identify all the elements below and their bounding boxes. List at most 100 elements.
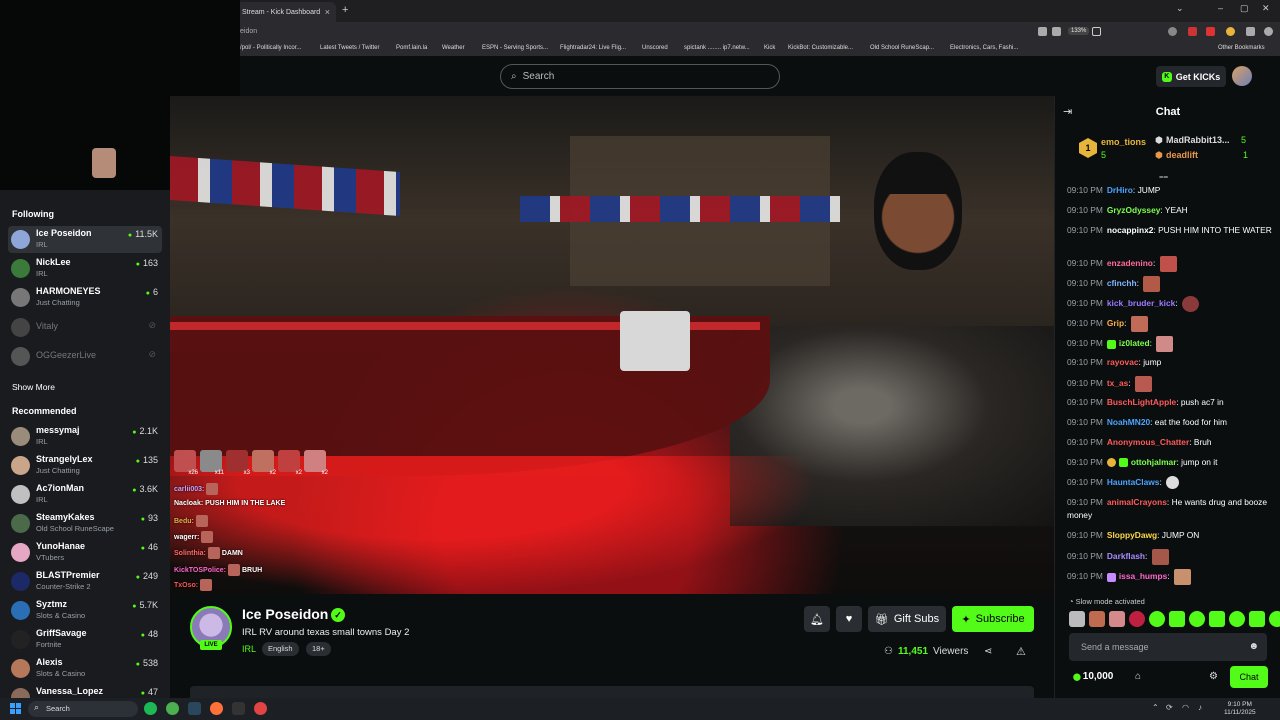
share-icon[interactable]: ⋖ — [984, 646, 992, 657]
sidebar-channel-strangelylex[interactable]: StrangelyLex Just Chatting 135 — [8, 452, 162, 479]
extension-icon[interactable] — [1168, 27, 1177, 36]
get-kicks-button[interactable]: K Get KICKs — [1156, 66, 1226, 87]
quick-emote[interactable] — [1109, 611, 1125, 627]
gifter-name[interactable]: MadRabbit13... — [1166, 135, 1230, 145]
video-player[interactable]: x26 x11 x3 x2 x2 x2 carlii003: Nacloak: … — [170, 96, 1054, 594]
sidebar-channel-syztmz[interactable]: Syztmz Slots & Casino 5.7K — [8, 597, 162, 624]
emoji-picker-icon[interactable]: ☻ — [1248, 641, 1259, 652]
url-text[interactable]: eidon — [240, 28, 257, 35]
bookmark-item[interactable]: Unscored — [642, 45, 668, 51]
sidebar-channel-steamykakes[interactable]: SteamyKakes Old School RuneScape 93 — [8, 510, 162, 537]
channel-points[interactable]: 10,000 — [1073, 671, 1114, 682]
new-tab-button[interactable]: + — [342, 4, 348, 16]
sidebar-channel-ice-poseidon[interactable]: Ice Poseidon IRL 11.5K — [8, 226, 162, 253]
emote — [1173, 569, 1191, 585]
wifi-icon[interactable]: ◠ — [1182, 703, 1189, 712]
tab-close-icon[interactable]: × — [325, 7, 330, 17]
chrome-icon[interactable] — [166, 702, 179, 715]
subscribe-button[interactable]: ✦ Subscribe — [952, 606, 1034, 632]
steam-icon[interactable] — [188, 702, 201, 715]
extension-icon[interactable] — [1188, 27, 1197, 36]
quick-emote[interactable] — [1269, 611, 1280, 627]
gift-subs-button[interactable]: 🎁︎ Gift Subs — [868, 606, 946, 632]
quick-emote[interactable] — [1129, 611, 1145, 627]
volume-icon[interactable]: ♪ — [1198, 703, 1202, 712]
quick-emote[interactable] — [1089, 611, 1105, 627]
sidebar-channel-messymaj[interactable]: messymaj IRL 2.1K — [8, 423, 162, 450]
quick-emote[interactable] — [1209, 611, 1225, 627]
sidebar-channel-ac7ionman[interactable]: Ac7ionMan IRL 3.6K — [8, 481, 162, 508]
bookmark-item[interactable]: /pol/ - Politically Incor... — [240, 45, 301, 51]
quick-emote[interactable] — [1069, 611, 1085, 627]
channel-category: Old School RuneScape — [36, 524, 114, 533]
sidebar-channel-blastpremier[interactable]: BLASTPremier Counter-Strike 2 249 — [8, 568, 162, 595]
taskbar-clock[interactable]: 9:10 PM 11/11/2025 — [1224, 701, 1256, 717]
quick-emote[interactable] — [1149, 611, 1165, 627]
sidebar-channel-vanessa-lopez[interactable]: Vanessa_Lopez 47 — [8, 684, 162, 698]
screenshot-icon[interactable] — [1052, 27, 1061, 36]
follow-heart-button[interactable]: ♥ — [836, 606, 862, 632]
quick-emote[interactable] — [1229, 611, 1245, 627]
minimize-button[interactable]: – — [1218, 3, 1223, 13]
other-bookmarks[interactable]: Other Bookmarks — [1218, 45, 1265, 51]
quick-emote[interactable] — [1249, 611, 1265, 627]
bookmark-item[interactable]: Weather — [442, 45, 465, 51]
bookmark-item[interactable]: Latest Tweets / Twitter — [320, 45, 379, 51]
streamer-name[interactable]: Ice Poseidon — [242, 606, 328, 622]
tray-icon[interactable]: ⟳ — [1166, 703, 1173, 712]
sidebar-channel-yunohanae[interactable]: YunoHanae VTubers 46 — [8, 539, 162, 566]
windows-start-icon[interactable] — [10, 703, 21, 714]
obs-icon[interactable] — [254, 702, 267, 715]
send-chat-button[interactable]: Chat — [1230, 666, 1268, 688]
bookmark-item[interactable]: Flightradar24: Live Flig... — [560, 45, 626, 51]
cast-icon[interactable] — [1038, 27, 1047, 36]
bookmark-item[interactable]: Electronics, Cars, Fashi... — [950, 45, 1018, 51]
tab-search-button[interactable]: ⌄ — [1176, 3, 1184, 14]
sidebar-channel-nicklee[interactable]: NickLee IRL 163 — [8, 255, 162, 282]
firefox-icon[interactable] — [210, 702, 223, 715]
search-input[interactable]: ⌕ Search — [500, 64, 780, 89]
channel-name: messymaj — [36, 425, 80, 435]
tag-english[interactable]: English — [262, 642, 299, 656]
sidebar-channel-alexis[interactable]: Alexis Slots & Casino 538 — [8, 655, 162, 682]
bookmark-item[interactable]: ESPN - Serving Sports... — [482, 45, 548, 51]
bookmark-item[interactable]: Old School RuneScap... — [870, 45, 934, 51]
sidebar-channel-harmoneyes[interactable]: HARMONEYES Just Chatting 6 — [8, 284, 162, 311]
quick-emote[interactable] — [1189, 611, 1205, 627]
extension-icon[interactable] — [1226, 27, 1235, 36]
show-more-link[interactable]: Show More — [12, 382, 55, 392]
browser-tab[interactable]: Stream - Kick Dashboard × — [236, 2, 336, 22]
chat-message: 09:10 PM rayovac: jump — [1067, 357, 1162, 367]
gifter-name[interactable]: deadlift — [1166, 150, 1198, 160]
gifter-name[interactable]: emo_tions — [1101, 137, 1146, 147]
extensions-puzzle-icon[interactable] — [1246, 27, 1255, 36]
report-icon[interactable]: ⚠ — [1016, 645, 1026, 658]
pinned-expand-icon[interactable]: ⩵ — [1159, 172, 1175, 181]
bookmark-item[interactable]: Kick — [764, 45, 775, 51]
taskbar-search[interactable]: Search — [28, 701, 138, 717]
tag-18plus[interactable]: 18+ — [306, 642, 331, 656]
quick-emote[interactable] — [1169, 611, 1185, 627]
bookmark-item[interactable]: spictank ........ ip7.netw... — [684, 45, 750, 51]
chat-message-input[interactable]: Send a message ☻ — [1069, 633, 1267, 661]
bookmark-item[interactable]: Pomf.lain.la — [396, 45, 427, 51]
user-avatar[interactable] — [1232, 66, 1252, 86]
star-icon[interactable] — [1092, 27, 1101, 36]
app-icon[interactable] — [232, 702, 245, 715]
stream-category-link[interactable]: IRL — [242, 644, 256, 654]
menu-icon[interactable] — [1264, 27, 1273, 36]
zoom-indicator[interactable]: 133% — [1068, 27, 1090, 35]
bookmark-item[interactable]: KickBot: Customizable... — [788, 45, 853, 51]
spotify-icon[interactable] — [144, 702, 157, 715]
extension-icon[interactable] — [1206, 27, 1215, 36]
sidebar-channel-griffsavage[interactable]: GriffSavage Fortnite 48 — [8, 626, 162, 653]
notification-bell-button[interactable]: 🔔︎ — [804, 606, 830, 632]
overlay-chat-line: TxOso: — [174, 579, 213, 591]
close-window-button[interactable]: ✕ — [1262, 3, 1270, 14]
sidebar-channel-oggeezerlive[interactable]: OGGeezerLive ⊘ — [8, 343, 162, 370]
store-icon[interactable]: ⌂ — [1135, 671, 1141, 682]
sidebar-channel-vitaly[interactable]: Vitaly ⊘ — [8, 314, 162, 341]
settings-gear-icon[interactable]: ⚙ — [1209, 671, 1218, 682]
tray-chevron-icon[interactable]: ⌃ — [1152, 703, 1159, 712]
maximize-button[interactable]: ▢ — [1240, 3, 1249, 14]
